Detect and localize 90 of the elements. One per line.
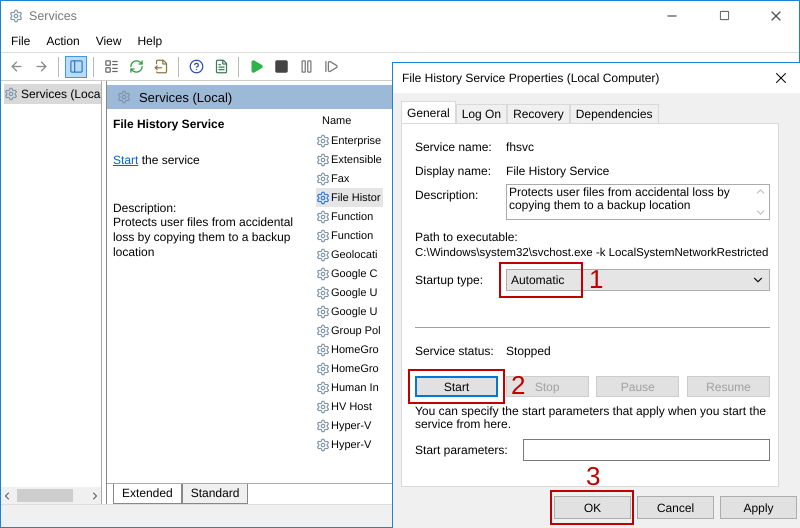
gear-icon [316,400,330,414]
toolbar-button[interactable] [65,56,87,78]
gear-icon [316,266,330,280]
dialog-button[interactable]: Cancel [637,496,714,519]
field-label: Display name: [415,164,492,178]
description-text: Protects user files from accidental loss by copying them to a backup location [113,215,294,260]
action-text: Start the service [113,153,201,167]
hint-text: You can specify the start parameters that apply when you start the service from here. [415,405,768,431]
service-row[interactable]: Hyper-V [316,416,374,435]
field-label: Start parameters: [415,443,509,457]
service-row[interactable]: HomeGro [316,340,381,359]
dialog-tab[interactable]: Log On [456,104,508,123]
gear-icon [316,152,330,166]
service-row[interactable]: File Histor [316,188,383,207]
panel-icon [68,59,84,74]
gear-icon [316,304,330,318]
service-row[interactable]: HV Host [316,397,374,416]
help-icon [188,59,204,74]
gear-icon [316,380,330,394]
gear-icon [316,134,330,148]
service-row[interactable]: Human In [316,378,381,397]
gear-icon [316,418,330,432]
view-tab[interactable]: Standard [182,484,248,504]
service-row[interactable]: Function [316,207,376,226]
scrollbar[interactable] [1,487,101,504]
field-label: Service name: [415,140,493,154]
service-row[interactable]: Extensible [316,150,384,169]
gear-icon [316,286,330,300]
service-row[interactable]: Geolocati [316,245,380,264]
stop-icon [274,59,288,74]
gear-icon [4,87,18,101]
service-row[interactable]: Google C [316,264,380,283]
dialog-tab[interactable]: Dependencies [570,104,658,123]
status-value: Stopped [506,344,551,358]
maximize-icon[interactable] [718,10,730,21]
menu-item[interactable]: File [5,32,36,50]
gear-icon [9,8,23,22]
gear-icon [316,248,330,262]
console-icon [214,59,228,74]
resume-icon [324,59,338,74]
field-label: Description: [415,188,480,202]
window-title: Services [29,8,78,22]
export-icon [154,59,168,74]
service-row[interactable]: Fax [316,169,352,188]
gear-icon [316,342,330,356]
service-row[interactable]: HomeGro [316,359,381,378]
gear-icon [316,438,330,452]
gear-icon [316,228,330,242]
field-label: Path to executable: [415,230,519,244]
gear-icon [316,190,330,204]
dialog-button[interactable]: Apply [720,496,797,519]
view-tab[interactable]: Extended [113,484,182,504]
tree-item[interactable]: Services (Loca [4,84,101,104]
service-row[interactable]: Google U [316,283,380,302]
start-link[interactable]: Start [113,153,138,167]
description-box[interactable]: Protects user files from accidental loss by copying them to a backup location [506,184,770,220]
field-value: fhsvc [506,140,534,154]
forward-arrow-icon [34,59,48,74]
refresh-icon [128,59,144,74]
callout-number: 1 [589,266,604,292]
dialog-button[interactable]: OK [554,496,631,519]
field-label: Service status: [415,344,495,358]
callout-number: 3 [586,463,600,489]
gear-icon [316,172,330,186]
service-row[interactable]: Hyper-V [316,435,374,454]
dialog-title: File History Service Properties (Local Computer) [402,71,660,85]
gear-icon [316,210,330,224]
pane-title: Services (Local) [139,90,232,104]
menu-item[interactable]: Action [40,32,86,50]
menu-item[interactable]: Help [132,32,168,50]
service-row[interactable]: Function [316,226,376,245]
service-row[interactable]: Group Pol [316,321,383,340]
description-label: Description: [113,201,178,215]
pause-icon [298,59,314,74]
service-button[interactable]: Start [415,376,498,397]
field-value: File History Service [506,164,610,178]
service-row[interactable]: Enterprise [316,131,384,150]
service-row[interactable]: Google U [316,302,380,321]
dialog-tab[interactable]: General [401,101,456,124]
gear-icon [117,90,131,104]
service-title: File History Service [113,117,226,131]
gear-icon [316,324,330,338]
gear-icon [316,362,330,376]
play-icon [248,59,264,74]
start-parameters-field[interactable] [523,439,770,461]
properties-icon [104,59,118,74]
dialog-tab[interactable]: Recovery [507,104,570,123]
field-label: Startup type: [415,273,484,287]
path-value: C:\Windows\system32\svchost.exe -k LocalSystemNetworkRestricted [415,247,770,259]
menu-item[interactable]: View [90,32,128,50]
